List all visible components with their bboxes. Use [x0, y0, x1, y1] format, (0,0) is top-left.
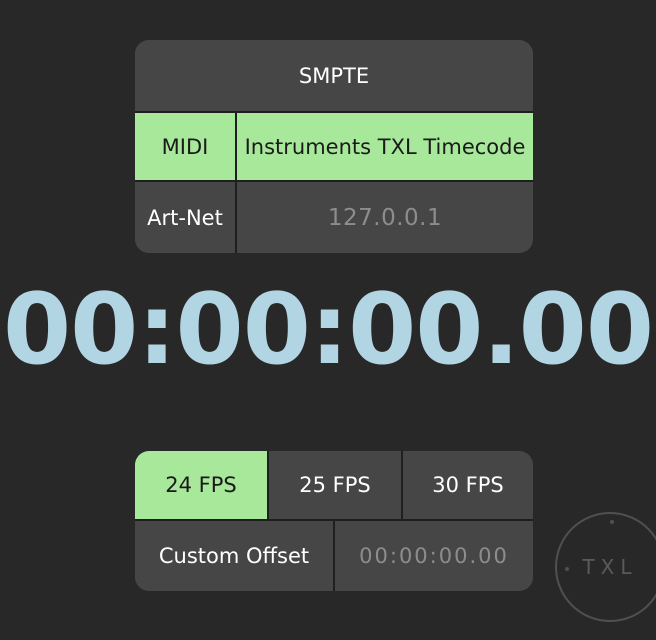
smpte-header-row: SMPTE: [135, 40, 533, 111]
fps-25-button[interactable]: 25 FPS: [267, 451, 401, 519]
txl-logo: TXL: [555, 512, 656, 622]
artnet-row: Art-Net 127.0.0.1: [135, 182, 533, 253]
offset-row: Custom Offset 00:00:00.00: [135, 521, 533, 591]
offset-input[interactable]: 00:00:00.00: [333, 521, 533, 591]
artnet-ip-field[interactable]: 127.0.0.1: [235, 182, 533, 253]
midi-device-select[interactable]: Instruments TXL Timecode: [235, 113, 533, 180]
fps-30-button[interactable]: 30 FPS: [401, 451, 533, 519]
smpte-title[interactable]: SMPTE: [135, 40, 533, 111]
source-panel: SMPTE MIDI Instruments TXL Timecode Art-…: [135, 40, 533, 253]
midi-toggle-button[interactable]: MIDI: [135, 113, 235, 180]
logo-dot-left-icon: [565, 567, 569, 571]
artnet-toggle-button[interactable]: Art-Net: [135, 182, 235, 253]
txl-logo-text: TXL: [582, 555, 638, 579]
timecode-display: 00:00:00.00: [2, 273, 654, 387]
custom-offset-button[interactable]: Custom Offset: [135, 521, 333, 591]
logo-dot-top-icon: [610, 520, 614, 524]
fps-24-button[interactable]: 24 FPS: [135, 451, 267, 519]
midi-row: MIDI Instruments TXL Timecode: [135, 111, 533, 182]
fps-selector: 24 FPS 25 FPS 30 FPS: [135, 451, 533, 521]
framerate-panel: 24 FPS 25 FPS 30 FPS Custom Offset 00:00…: [135, 451, 533, 591]
